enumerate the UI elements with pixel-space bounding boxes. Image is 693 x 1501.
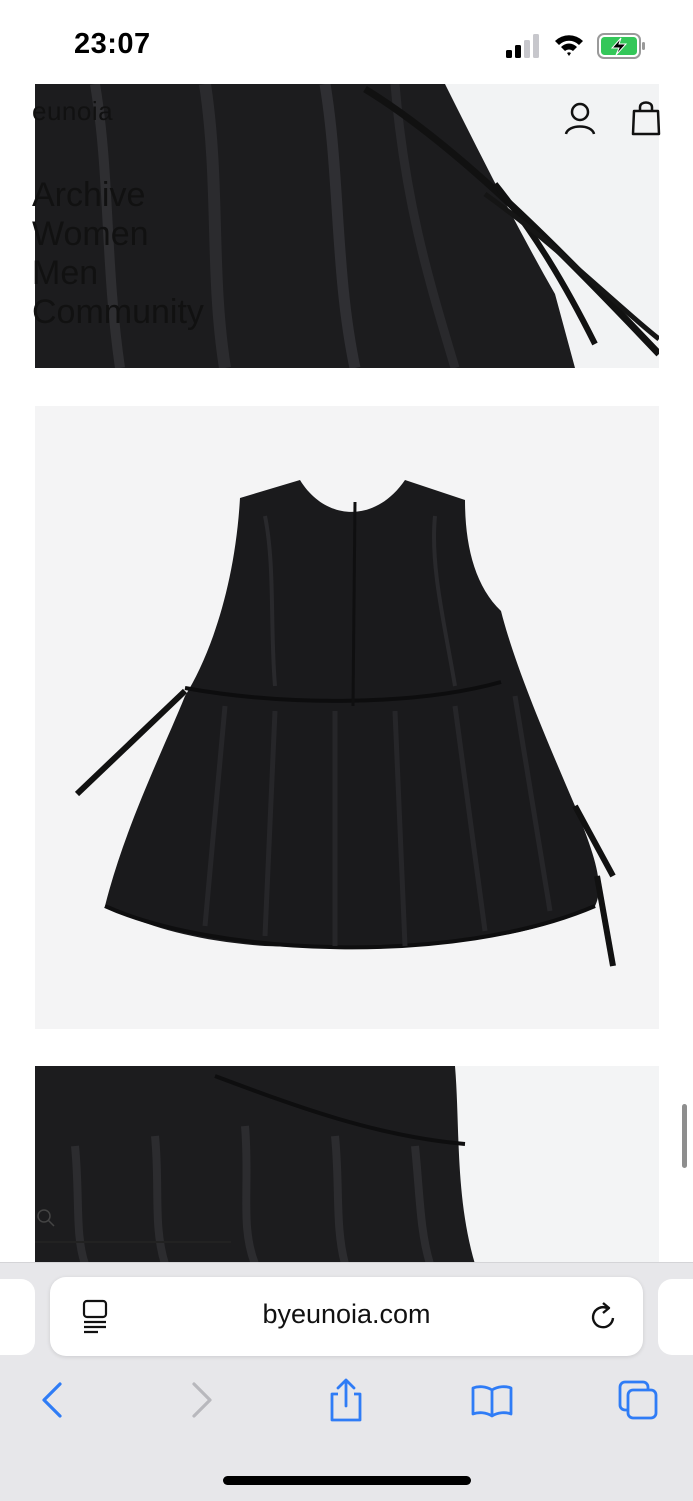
nav-item-archive[interactable]: Archive [32, 176, 204, 215]
battery-charging-icon [597, 33, 645, 59]
tabs-icon[interactable] [616, 1378, 660, 1422]
reload-icon[interactable] [589, 1300, 619, 1332]
black-sleeveless-dress-photo [35, 406, 659, 1029]
previous-tab-preview[interactable] [0, 1279, 35, 1355]
search-icon[interactable] [36, 1208, 56, 1228]
nav-item-women[interactable]: Women [32, 215, 204, 254]
next-tab-preview[interactable] [658, 1279, 693, 1355]
site-logo[interactable]: eunoia [32, 96, 113, 127]
product-photo-detail-bottom[interactable] [35, 1066, 659, 1264]
home-indicator [223, 1476, 471, 1485]
forward-icon [192, 1382, 212, 1418]
nav-item-men[interactable]: Men [32, 254, 204, 293]
share-icon[interactable] [324, 1378, 368, 1422]
status-time: 23:07 [74, 28, 151, 60]
back-icon[interactable] [32, 1378, 76, 1422]
url-text[interactable]: byeunoia.com [150, 1299, 543, 1330]
search-input-underline[interactable] [35, 1241, 231, 1243]
wifi-icon [555, 35, 583, 56]
waist-gather-detail-photo [35, 1066, 659, 1264]
product-photo-main[interactable] [35, 406, 659, 1029]
scrollbar[interactable] [682, 1104, 687, 1168]
status-bar: 23:07 [0, 0, 693, 84]
account-icon[interactable] [563, 100, 597, 138]
nav-item-community[interactable]: Community [32, 293, 204, 332]
bookmarks-icon[interactable] [470, 1378, 514, 1422]
shopping-bag-icon[interactable] [629, 99, 663, 137]
site-nav: Archive Women Men Community [32, 176, 204, 332]
page-menu-icon[interactable] [80, 1298, 110, 1334]
cellular-signal-icon [506, 34, 539, 58]
